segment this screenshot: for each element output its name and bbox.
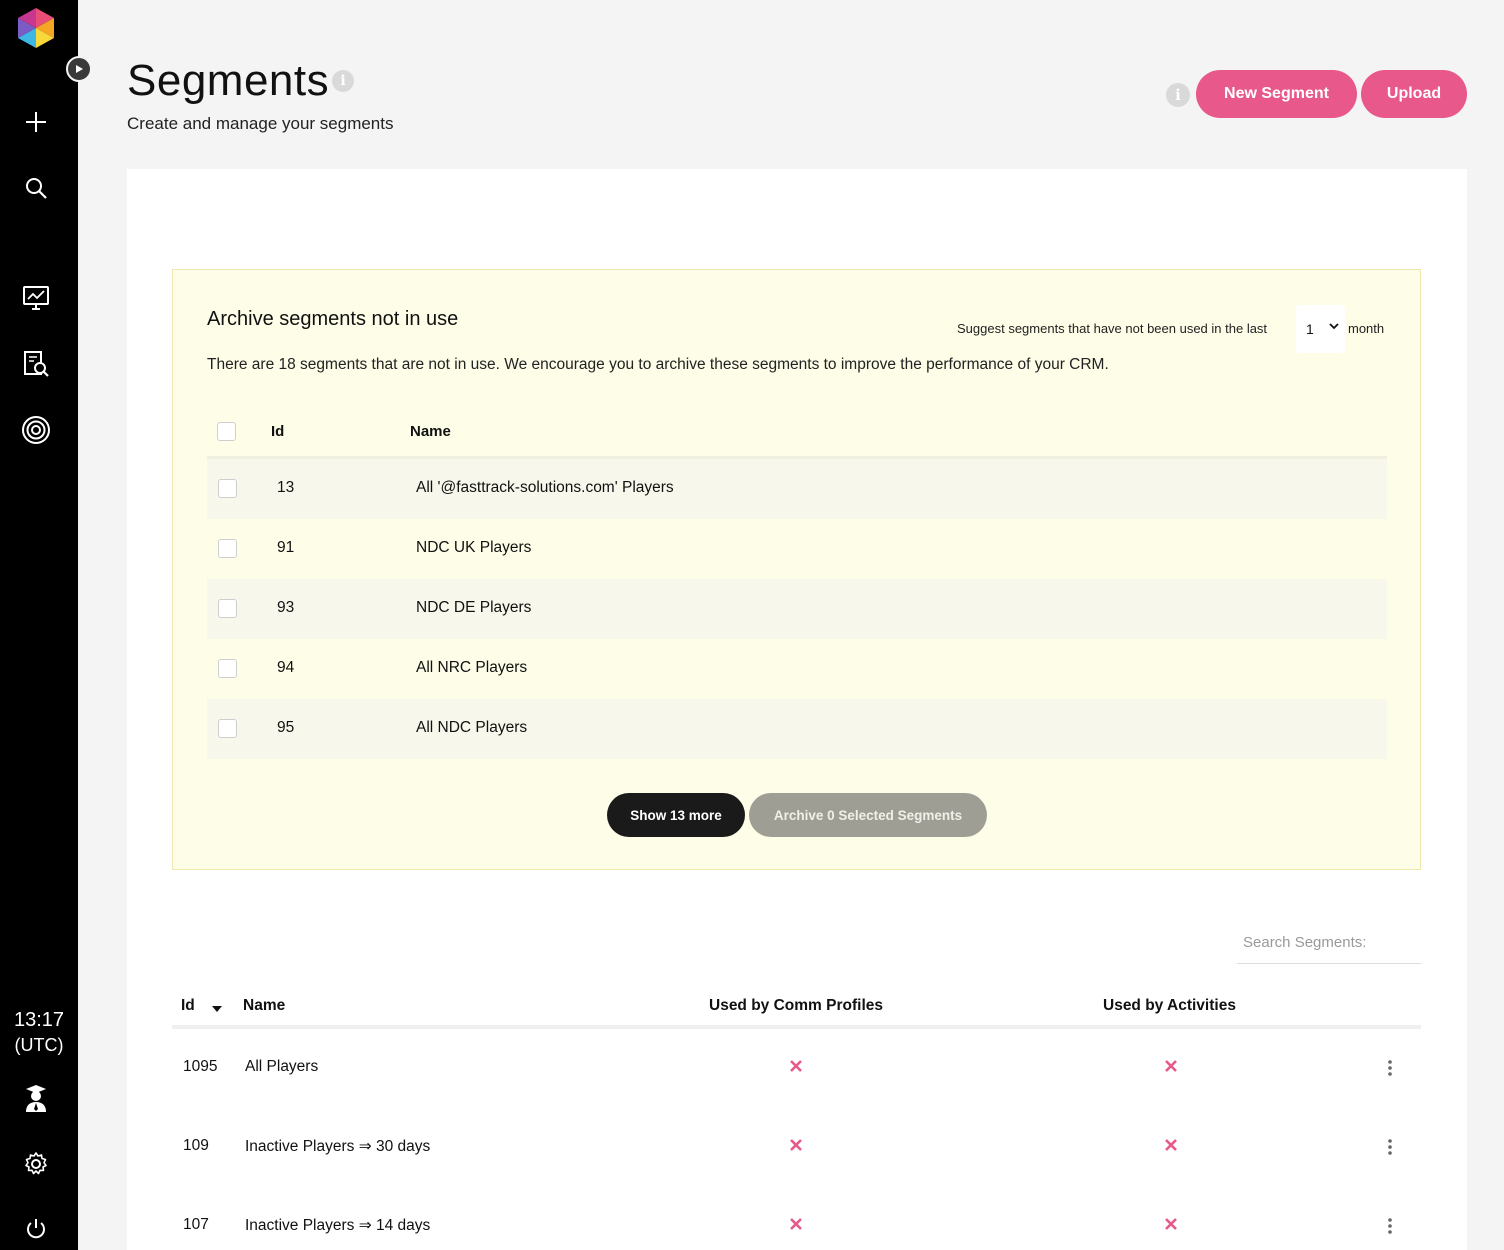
row-name: NDC UK Players	[416, 539, 532, 556]
target-icon[interactable]	[20, 414, 52, 446]
row-checkbox[interactable]	[218, 599, 237, 618]
row-name: All '@fasttrack-solutions.com' Players	[416, 479, 674, 496]
column-activities[interactable]: Used by Activities	[1103, 997, 1236, 1015]
table-row[interactable]: 109 Inactive Players ⇒ 30 days	[172, 1127, 1421, 1167]
graduate-user-icon[interactable]	[20, 1082, 52, 1114]
row-name: NDC DE Players	[416, 599, 532, 616]
page-subtitle: Create and manage your segments	[127, 114, 394, 133]
search-input[interactable]	[1237, 922, 1421, 964]
page-title: Segments	[127, 56, 330, 105]
row-id: 93	[277, 599, 295, 616]
row-id: 1095	[183, 1058, 218, 1075]
sidebar-expand-toggle[interactable]	[66, 56, 92, 82]
table-row: 13 All '@fasttrack-solutions.com' Player…	[207, 459, 1387, 519]
sort-desc-icon[interactable]	[211, 1005, 223, 1013]
archive-column-name[interactable]: Name	[410, 423, 451, 440]
row-checkbox[interactable]	[218, 539, 237, 558]
archive-selected-button[interactable]: Archive 0 Selected Segments	[749, 793, 987, 837]
app-logo[interactable]	[16, 6, 56, 50]
select-all-checkbox[interactable]	[217, 422, 236, 441]
row-checkbox[interactable]	[218, 479, 237, 498]
table-row[interactable]: 107 Inactive Players ⇒ 14 days	[172, 1206, 1421, 1246]
row-id: 94	[277, 659, 295, 676]
search-icon[interactable]	[20, 172, 52, 204]
gear-icon[interactable]	[20, 1148, 52, 1180]
clock-timezone: (UTC)	[14, 1035, 64, 1055]
archive-suggest-label: Suggest segments that have not been used…	[957, 321, 1268, 336]
column-comm-profiles[interactable]: Used by Comm Profiles	[709, 997, 883, 1015]
row-name: All NDC Players	[416, 719, 528, 736]
upload-button[interactable]: Upload	[1361, 70, 1467, 118]
column-id[interactable]: Id	[181, 997, 195, 1015]
column-name[interactable]: Name	[243, 997, 285, 1015]
row-id: 95	[277, 719, 295, 736]
table-row: 95 All NDC Players	[207, 699, 1387, 759]
cross-icon	[790, 1139, 802, 1151]
row-name: All NRC Players	[416, 659, 528, 676]
clock-time: 13:17	[13, 1009, 65, 1031]
months-select[interactable]: 1	[1296, 305, 1345, 353]
sidebar: 13:17 (UTC)	[0, 0, 78, 1250]
row-name: All Players	[245, 1058, 319, 1075]
row-menu-icon[interactable]	[1384, 1216, 1396, 1236]
show-more-button[interactable]: Show 13 more	[607, 793, 745, 837]
row-id: 91	[277, 539, 295, 556]
cross-icon	[1165, 1139, 1177, 1151]
row-name: Inactive Players ⇒ 30 days	[245, 1138, 431, 1155]
table-header-divider	[172, 1025, 1421, 1029]
cross-icon	[1165, 1060, 1177, 1072]
table-row: 94 All NRC Players	[207, 639, 1387, 699]
row-menu-icon[interactable]	[1384, 1137, 1396, 1157]
power-icon[interactable]	[20, 1213, 52, 1245]
row-id: 107	[183, 1216, 209, 1233]
info-icon[interactable]: i	[332, 70, 354, 92]
months-select-value: 1	[1306, 321, 1314, 337]
cross-icon	[790, 1060, 802, 1072]
archive-month-label: month	[1348, 321, 1385, 336]
chevron-down-icon	[1329, 323, 1339, 330]
row-checkbox[interactable]	[218, 719, 237, 738]
header-info-icon[interactable]: i	[1166, 83, 1190, 107]
row-id: 109	[183, 1137, 209, 1154]
report-search-icon[interactable]	[20, 348, 52, 380]
cross-icon	[1165, 1218, 1177, 1230]
table-row[interactable]: 1095 All Players	[172, 1048, 1421, 1088]
archive-description: There are 18 segments that are not in us…	[207, 356, 1109, 373]
row-checkbox[interactable]	[218, 659, 237, 678]
play-icon	[76, 65, 83, 73]
table-row: 91 NDC UK Players	[207, 519, 1387, 579]
row-id: 13	[277, 479, 295, 496]
archive-title: Archive segments not in use	[207, 308, 459, 330]
dashboard-monitor-icon[interactable]	[20, 282, 52, 314]
cross-icon	[790, 1218, 802, 1230]
plus-icon[interactable]	[20, 106, 52, 138]
archive-panel: Archive segments not in use Suggest segm…	[172, 269, 1421, 870]
row-name: Inactive Players ⇒ 14 days	[245, 1217, 431, 1234]
row-menu-icon[interactable]	[1384, 1058, 1396, 1078]
archive-column-id[interactable]: Id	[271, 423, 284, 440]
new-segment-button[interactable]: New Segment	[1196, 70, 1357, 118]
table-row: 93 NDC DE Players	[207, 579, 1387, 639]
